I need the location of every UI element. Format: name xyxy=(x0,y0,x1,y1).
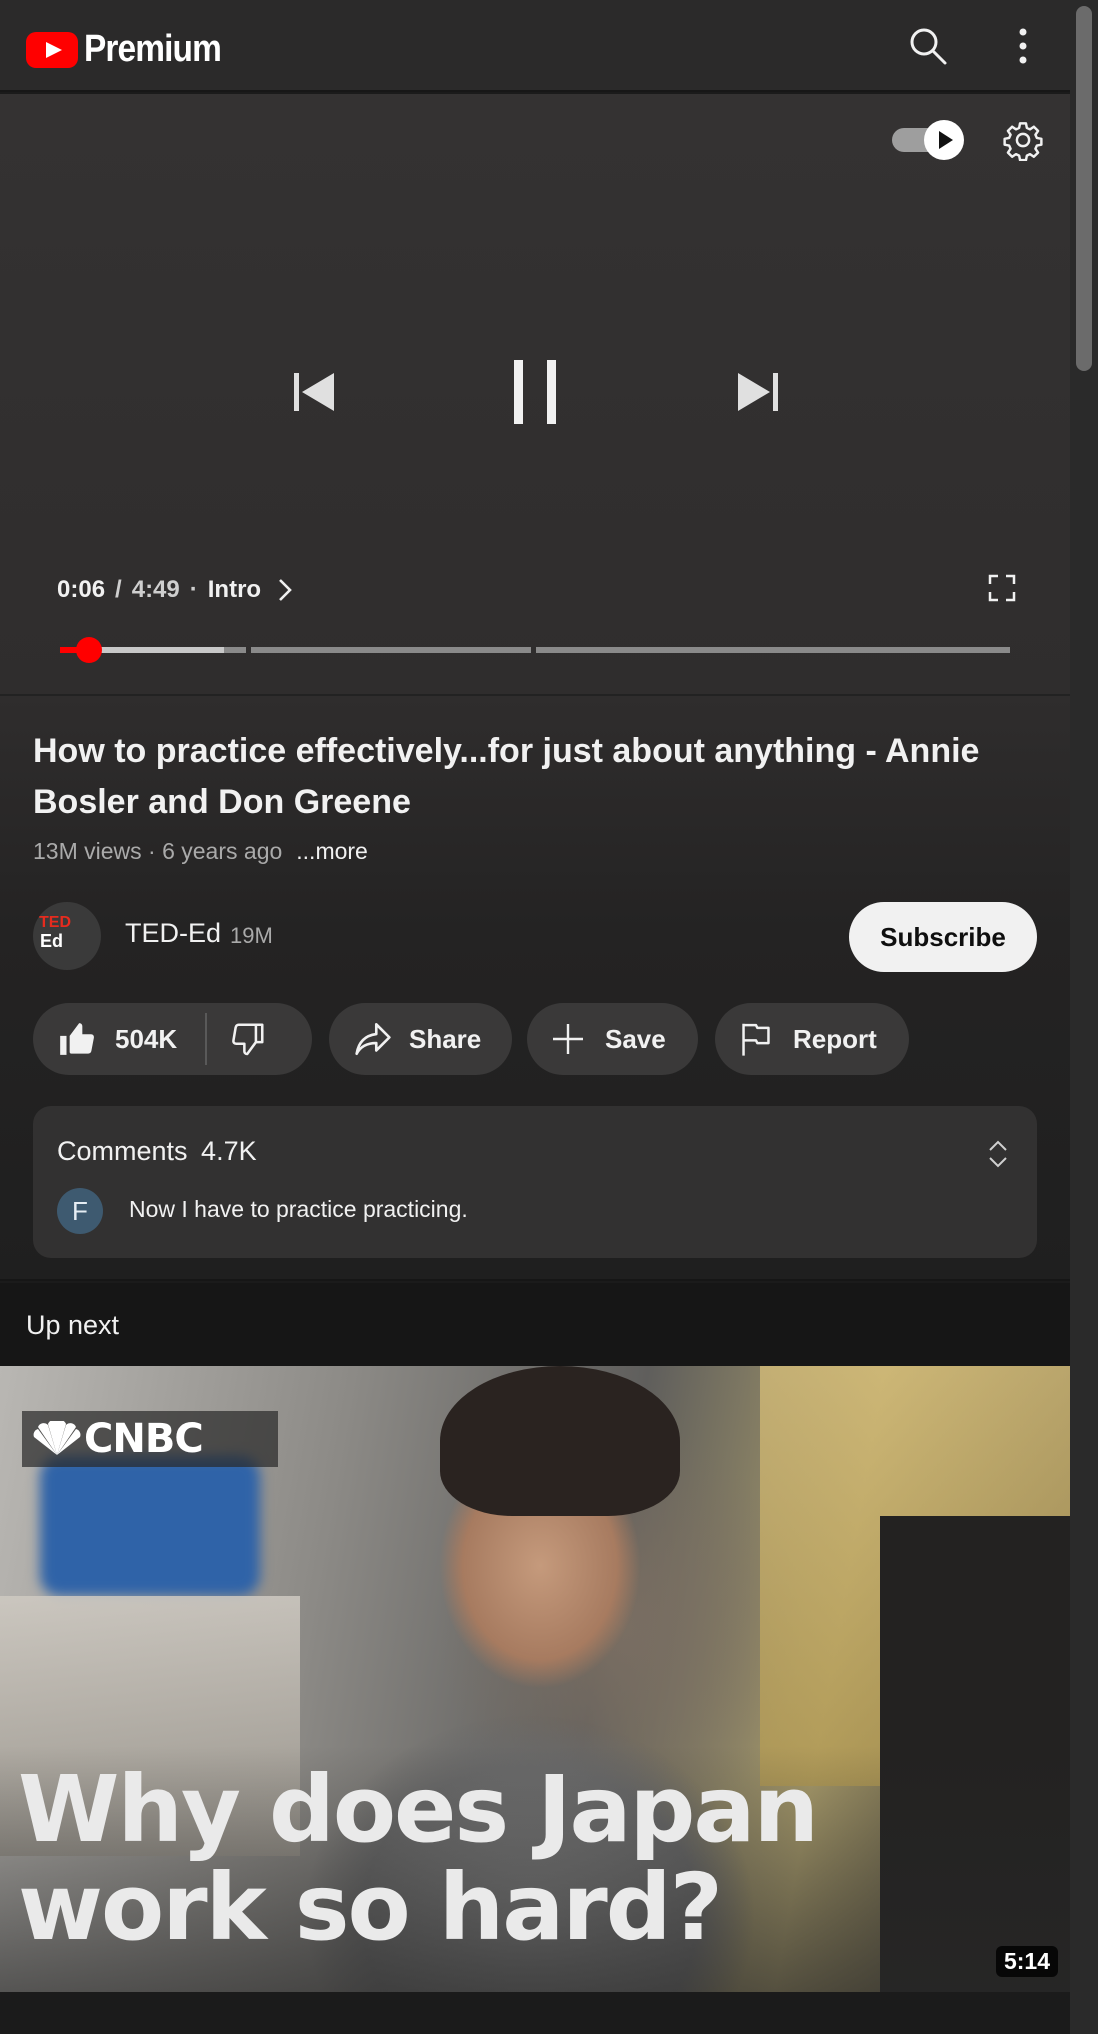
commenter-avatar: F xyxy=(57,1188,103,1234)
youtube-premium-logo[interactable]: Premium xyxy=(26,28,240,71)
next-video-button[interactable] xyxy=(730,364,786,420)
comments-header: Comments 4.7K xyxy=(57,1136,257,1167)
channel-row: TED Ed TED-Ed 19M Subscribe xyxy=(33,902,1037,972)
page-scrollbar[interactable] xyxy=(1070,0,1098,2034)
video-duration: 4:49 xyxy=(131,576,180,603)
progress-bar[interactable] xyxy=(60,637,1010,663)
watch-page: Premium 0:06 / 4:49 · Intro How to pract… xyxy=(0,0,1070,2034)
cnbc-text: CNBC xyxy=(84,1416,204,1462)
comments-label: Comments xyxy=(57,1136,188,1166)
flag-icon xyxy=(742,1023,770,1056)
thumbnail-title-line-1: Why does Japan xyxy=(18,1756,819,1863)
skip-previous-icon xyxy=(294,373,334,411)
more-vertical-icon xyxy=(1019,28,1027,64)
pause-button[interactable] xyxy=(505,354,565,430)
autoplay-play-icon xyxy=(924,120,964,160)
thumbs-down-icon xyxy=(232,1023,264,1056)
like-divider xyxy=(205,1013,208,1065)
save-button[interactable]: Save xyxy=(527,1003,698,1075)
thumbnail-person-hair xyxy=(440,1366,680,1516)
dislike-button[interactable] xyxy=(229,1020,267,1058)
time-display: 0:06 / 4:49 · Intro xyxy=(57,576,293,604)
more-options-button[interactable] xyxy=(995,18,1051,74)
youtube-play-logo-icon xyxy=(26,31,78,68)
thumbnail-title-line-2: work so hard? xyxy=(18,1854,723,1961)
more-description-link[interactable]: ...more xyxy=(296,838,368,864)
autoplay-toggle[interactable] xyxy=(892,120,964,160)
like-button[interactable]: 504K xyxy=(57,1020,177,1058)
next-item-edge xyxy=(0,1992,1070,2034)
video-player[interactable]: 0:06 / 4:49 · Intro xyxy=(0,94,1070,694)
thumbnail-background-blue xyxy=(40,1456,260,1596)
like-count: 504K xyxy=(115,1023,178,1054)
action-bar: 504K Share Save Report xyxy=(33,1003,1043,1075)
channel-name[interactable]: TED-Ed xyxy=(125,918,221,949)
report-button[interactable]: Report xyxy=(715,1003,909,1075)
video-meta[interactable]: 13M views · 6 years ago ...more xyxy=(33,838,368,865)
cnbc-logo: CNBC xyxy=(22,1411,278,1467)
video-info-section: How to practice effectively...for just a… xyxy=(0,696,1070,1281)
chevron-right-icon xyxy=(279,579,292,601)
chapter-title: Intro xyxy=(207,576,262,603)
avatar-ed-text: Ed xyxy=(40,931,64,951)
search-icon xyxy=(910,28,947,65)
up-next-label: Up next xyxy=(26,1310,120,1340)
thumbnail-title: Why does Japan work so hard? xyxy=(18,1756,819,1961)
save-label: Save xyxy=(605,1023,666,1054)
thumbs-up-icon xyxy=(60,1023,94,1055)
comments-count: 4.7K xyxy=(201,1136,257,1166)
top-app-bar: Premium xyxy=(0,0,1070,92)
logo-text: Premium xyxy=(84,28,222,70)
views-and-date: 13M views · 6 years ago xyxy=(33,838,283,864)
subscriber-count: 19M xyxy=(230,923,273,948)
share-button[interactable]: Share xyxy=(329,1003,512,1075)
scrollbar-thumb[interactable] xyxy=(1076,6,1092,371)
up-next-header: Up next xyxy=(0,1283,1070,1366)
like-dislike-group: 504K xyxy=(33,1003,312,1075)
share-arrow-icon xyxy=(355,1022,391,1056)
comment-preview-text: Now I have to practice practicing. xyxy=(129,1196,468,1222)
chapter-segment-3 xyxy=(536,647,1010,653)
gear-icon xyxy=(1003,122,1043,161)
previous-video-button[interactable] xyxy=(286,364,342,420)
share-label: Share xyxy=(409,1023,482,1054)
peacock-icon xyxy=(33,1421,81,1455)
subscribe-button[interactable]: Subscribe xyxy=(849,902,1037,972)
report-label: Report xyxy=(793,1023,877,1054)
plus-icon xyxy=(553,1024,583,1054)
chapter-dot: · xyxy=(189,576,198,603)
avatar-ted-text: TED xyxy=(39,914,71,931)
pause-icon xyxy=(514,360,556,424)
scrubber-handle[interactable] xyxy=(76,637,102,663)
skip-next-icon xyxy=(738,373,778,411)
thumbnail-duration-badge: 5:14 xyxy=(995,1946,1058,1977)
expand-collapse-icon[interactable] xyxy=(987,1138,1009,1170)
up-next-thumbnail[interactable]: CNBC Why does Japan work so hard? 5:14 xyxy=(0,1366,1070,1992)
search-button[interactable] xyxy=(900,18,956,74)
channel-avatar[interactable]: TED Ed xyxy=(33,902,101,970)
comments-panel[interactable]: Comments 4.7K F Now I have to practice p… xyxy=(33,1106,1037,1258)
player-settings-button[interactable] xyxy=(995,112,1051,168)
video-title[interactable]: How to practice effectively...for just a… xyxy=(33,726,1033,828)
fullscreen-icon xyxy=(988,574,1016,602)
fullscreen-button[interactable] xyxy=(974,560,1030,616)
time-separator: / xyxy=(115,576,122,603)
chapter-segment-2 xyxy=(251,647,531,653)
current-time: 0:06 xyxy=(57,576,106,603)
chapter-title-button[interactable]: Intro xyxy=(208,576,293,604)
